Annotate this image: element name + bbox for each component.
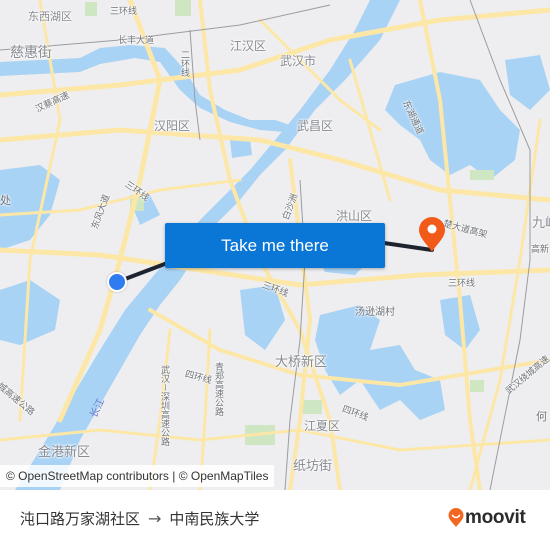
map-label-hongshan: 洪山区 [336, 209, 373, 223]
road-label-sanhuan-east: 三环线 [448, 279, 476, 289]
route-origin: 沌口路万家湖社区 [20, 510, 141, 528]
map-label-tangxunhu: 汤逊湖村 [355, 307, 395, 318]
map-attribution[interactable]: © OpenStreetMap contributors | © OpenMap… [0, 465, 275, 487]
lake-hanyang [0, 280, 60, 345]
moovit-pin-icon [448, 508, 464, 527]
origin-marker[interactable] [107, 272, 127, 292]
map-label-jianghan: 江汉区 [230, 39, 267, 53]
road-label-sanhuan-top: 三环线 [110, 7, 138, 17]
east-lake [385, 72, 520, 180]
map-label-chu: 处 [0, 194, 11, 207]
lake-east-far [505, 55, 550, 110]
map-label-jingang: 金港新区 [38, 445, 91, 460]
map-label-zhifang: 纸坊街 [293, 459, 333, 474]
map-label-jiufeng: 九峰 [532, 216, 550, 231]
map-label-wuhan-city: 武汉市 [280, 54, 317, 68]
road-label-wushen: 武汉－深圳高速公路 [159, 365, 169, 447]
destination-pin-icon[interactable] [418, 217, 446, 253]
moovit-logo[interactable]: moovit [448, 507, 526, 529]
map-label-hanyang: 汉阳区 [154, 119, 191, 133]
map-label-daqiao: 大桥新区 [275, 355, 328, 370]
road-label-erhuan: 二环线 [179, 50, 189, 77]
moovit-wordmark: moovit [465, 507, 526, 528]
tangxun-lake [315, 305, 445, 420]
map-label-jiangxia: 江夏区 [304, 419, 341, 433]
map[interactable]: 东西湖区 慈惠街 江汉区 武汉市 汉阳区 武昌区 洪山区 大桥新区 江夏区 纸坊… [0, 0, 550, 490]
arrow-right-icon: → [148, 509, 162, 528]
route-destination: 中南民族大学 [169, 510, 260, 528]
map-label-dongxihu: 东西湖区 [28, 10, 72, 23]
route-summary: 沌口路万家湖社区 → 中南民族大学 [20, 508, 259, 529]
road-label-changfeng: 长丰大道 [118, 36, 155, 46]
take-me-there-button[interactable]: Take me there [165, 223, 385, 268]
map-label-wuchang: 武昌区 [297, 119, 334, 133]
road-label-gaoxin: 高新 [531, 245, 550, 255]
map-label-he: 何 [536, 410, 547, 423]
map-label-cihui: 慈惠街 [10, 45, 52, 61]
road-label-qingzheng: 青郑高速公路 [213, 362, 223, 416]
